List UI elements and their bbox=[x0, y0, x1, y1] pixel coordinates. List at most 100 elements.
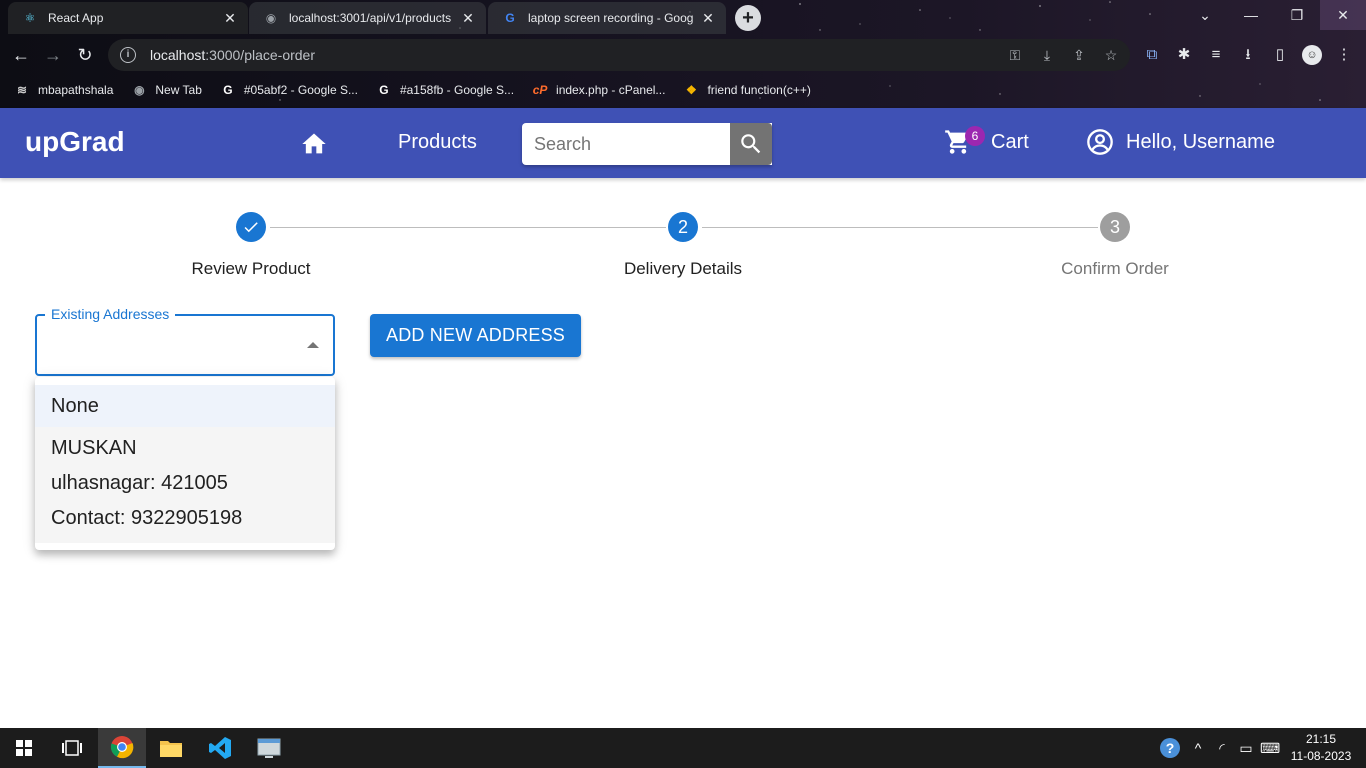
bookmark-label: friend function(c++) bbox=[707, 83, 811, 97]
forward-icon[interactable]: → bbox=[38, 40, 68, 70]
side-panel-icon[interactable]: ▯ bbox=[1270, 45, 1290, 65]
mba-icon: ≋ bbox=[16, 83, 28, 97]
option-address[interactable]: MUSKAN ulhasnagar: 421005 Contact: 93229… bbox=[35, 427, 335, 543]
close-icon[interactable]: ✕ bbox=[700, 10, 716, 27]
bookmark-new-tab[interactable]: ◉ New Tab bbox=[131, 82, 202, 98]
step-label: Confirm Order bbox=[1061, 259, 1169, 278]
step-label: Delivery Details bbox=[623, 259, 743, 278]
address-name: MUSKAN bbox=[51, 437, 137, 459]
windows-taskbar: ? ^ ◜ ▭ ⌨ 21:15 11-08-2023 bbox=[0, 728, 1366, 768]
chevron-up-icon[interactable]: ^ bbox=[1188, 738, 1208, 758]
key-icon[interactable]: ⚿ bbox=[1006, 46, 1024, 64]
step-number: 2 bbox=[668, 212, 698, 242]
tab-react-app[interactable]: ⚛ React App ✕ bbox=[8, 2, 248, 34]
cart-button[interactable]: 6 Cart bbox=[944, 126, 1029, 156]
home-icon bbox=[302, 133, 326, 154]
bookmark-label: #05abf2 - Google S... bbox=[243, 83, 358, 97]
bookmark-google-2[interactable]: G #a158fb - Google S... bbox=[376, 82, 514, 98]
tab-title: localhost:3001/api/v1/products bbox=[289, 11, 452, 25]
cart-icon-wrap: 6 bbox=[944, 126, 985, 156]
clock-time: 21:15 bbox=[1305, 732, 1337, 746]
address-url: localhost:3000/place-order bbox=[150, 47, 316, 63]
share-icon[interactable]: ⇪ bbox=[1070, 46, 1088, 64]
taskbar-file-explorer[interactable] bbox=[147, 728, 195, 768]
bookmark-mbapathshala[interactable]: ≋ mbapathshala bbox=[14, 82, 113, 98]
window-close-icon[interactable]: ✕ bbox=[1320, 0, 1366, 30]
site-info-icon[interactable]: i bbox=[120, 47, 136, 63]
check-icon bbox=[236, 212, 266, 242]
step-review-product: Review Product bbox=[151, 212, 351, 279]
system-clock[interactable]: 21:15 11-08-2023 bbox=[1288, 731, 1354, 765]
bookmark-cpanel[interactable]: cP index.php - cPanel... bbox=[532, 82, 666, 98]
taskbar-app[interactable] bbox=[245, 728, 293, 768]
close-icon[interactable]: ✕ bbox=[222, 10, 238, 27]
add-new-address-button[interactable]: ADD NEW ADDRESS bbox=[370, 314, 581, 357]
new-tab-button[interactable]: + bbox=[735, 5, 761, 31]
google-icon: G bbox=[505, 11, 515, 25]
tab-google-search[interactable]: G laptop screen recording - Google ✕ bbox=[488, 2, 726, 34]
chrome-icon bbox=[110, 736, 134, 759]
bookmark-friend-function[interactable]: ❖ friend function(c++) bbox=[683, 82, 811, 98]
battery-icon[interactable]: ▭ bbox=[1236, 738, 1256, 758]
search-box bbox=[522, 123, 772, 165]
task-view-button[interactable] bbox=[48, 728, 96, 768]
user-menu-button[interactable]: Hello, Username bbox=[1086, 128, 1275, 156]
home-button[interactable] bbox=[298, 130, 330, 158]
browser-chrome: ⚛ React App ✕ ◉ localhost:3001/api/v1/pr… bbox=[0, 0, 1366, 108]
search-input[interactable] bbox=[522, 123, 730, 165]
cart-count-badge: 6 bbox=[965, 126, 985, 146]
keyboard-icon[interactable]: ⌨ bbox=[1260, 738, 1280, 758]
step-number: 3 bbox=[1100, 212, 1130, 242]
search-button[interactable] bbox=[730, 123, 772, 165]
vscode-icon bbox=[209, 737, 231, 759]
tab-title: laptop screen recording - Google bbox=[528, 11, 694, 25]
clock-date: 11-08-2023 bbox=[1290, 749, 1352, 763]
products-link[interactable]: Products bbox=[398, 131, 477, 154]
star-icon[interactable]: ☆ bbox=[1102, 46, 1120, 64]
existing-addresses-select[interactable]: Existing Addresses bbox=[35, 306, 335, 376]
extensions-icon[interactable]: ✱ bbox=[1174, 45, 1194, 65]
tab-title: React App bbox=[48, 11, 104, 25]
install-icon[interactable]: ⤓ bbox=[1038, 46, 1056, 64]
bookmark-icon: ❖ bbox=[686, 83, 697, 97]
menu-icon[interactable]: ⋮ bbox=[1334, 45, 1354, 65]
bookmark-label: #a158fb - Google S... bbox=[399, 83, 515, 97]
tab-api-products[interactable]: ◉ localhost:3001/api/v1/products ✕ bbox=[249, 2, 486, 34]
translate-icon[interactable]: ⧉ bbox=[1142, 45, 1162, 65]
tab-strip: ⚛ React App ✕ ◉ localhost:3001/api/v1/pr… bbox=[0, 0, 1366, 34]
address-bar[interactable]: i localhost:3000/place-order ⚿ ⤓ ⇪ ☆ bbox=[108, 39, 1130, 71]
brand-logo[interactable]: upGrad bbox=[25, 126, 125, 158]
windows-icon bbox=[16, 740, 32, 756]
start-button[interactable] bbox=[0, 728, 48, 768]
step-delivery-details: 2 Delivery Details bbox=[583, 212, 783, 279]
download-icon[interactable]: ⭳ bbox=[1238, 45, 1258, 65]
profile-icon[interactable]: ☺ bbox=[1302, 45, 1322, 65]
address-contact: Contact: 9322905198 bbox=[51, 507, 243, 529]
bookmarks-bar: ≋ mbapathshala ◉ New Tab G #05abf2 - Goo… bbox=[0, 78, 1366, 102]
cpanel-icon: cP bbox=[532, 83, 548, 97]
minimize-icon[interactable]: — bbox=[1228, 0, 1274, 30]
window-app-icon bbox=[257, 738, 281, 758]
arrow-up-icon bbox=[307, 342, 319, 348]
taskbar-chrome[interactable] bbox=[98, 728, 146, 768]
media-icon[interactable]: ≡ bbox=[1206, 45, 1226, 65]
task-view-icon bbox=[62, 740, 82, 756]
option-none[interactable]: None bbox=[35, 385, 335, 427]
tab-search-icon[interactable]: ⌄ bbox=[1182, 0, 1228, 30]
address-dropdown-menu: None MUSKAN ulhasnagar: 421005 Contact: … bbox=[35, 377, 335, 550]
bookmark-google-1[interactable]: G #05abf2 - Google S... bbox=[220, 82, 358, 98]
folder-icon bbox=[160, 741, 182, 757]
help-icon[interactable]: ? bbox=[1160, 738, 1180, 758]
wifi-icon[interactable]: ◜ bbox=[1212, 738, 1232, 758]
back-icon[interactable]: ← bbox=[6, 40, 36, 70]
app-bar: upGrad Products 6 Cart Hello, Username bbox=[0, 108, 1366, 178]
step-label: Review Product bbox=[191, 259, 311, 278]
taskbar-vscode[interactable] bbox=[196, 728, 244, 768]
reload-icon[interactable]: ↻ bbox=[70, 40, 100, 70]
select-label: Existing Addresses bbox=[45, 306, 176, 322]
step-confirm-order: 3 Confirm Order bbox=[1015, 212, 1215, 279]
close-icon[interactable]: ✕ bbox=[460, 10, 476, 27]
restore-icon[interactable]: ❐ bbox=[1274, 0, 1320, 30]
react-icon: ⚛ bbox=[24, 11, 36, 25]
bookmark-label: New Tab bbox=[155, 83, 202, 97]
